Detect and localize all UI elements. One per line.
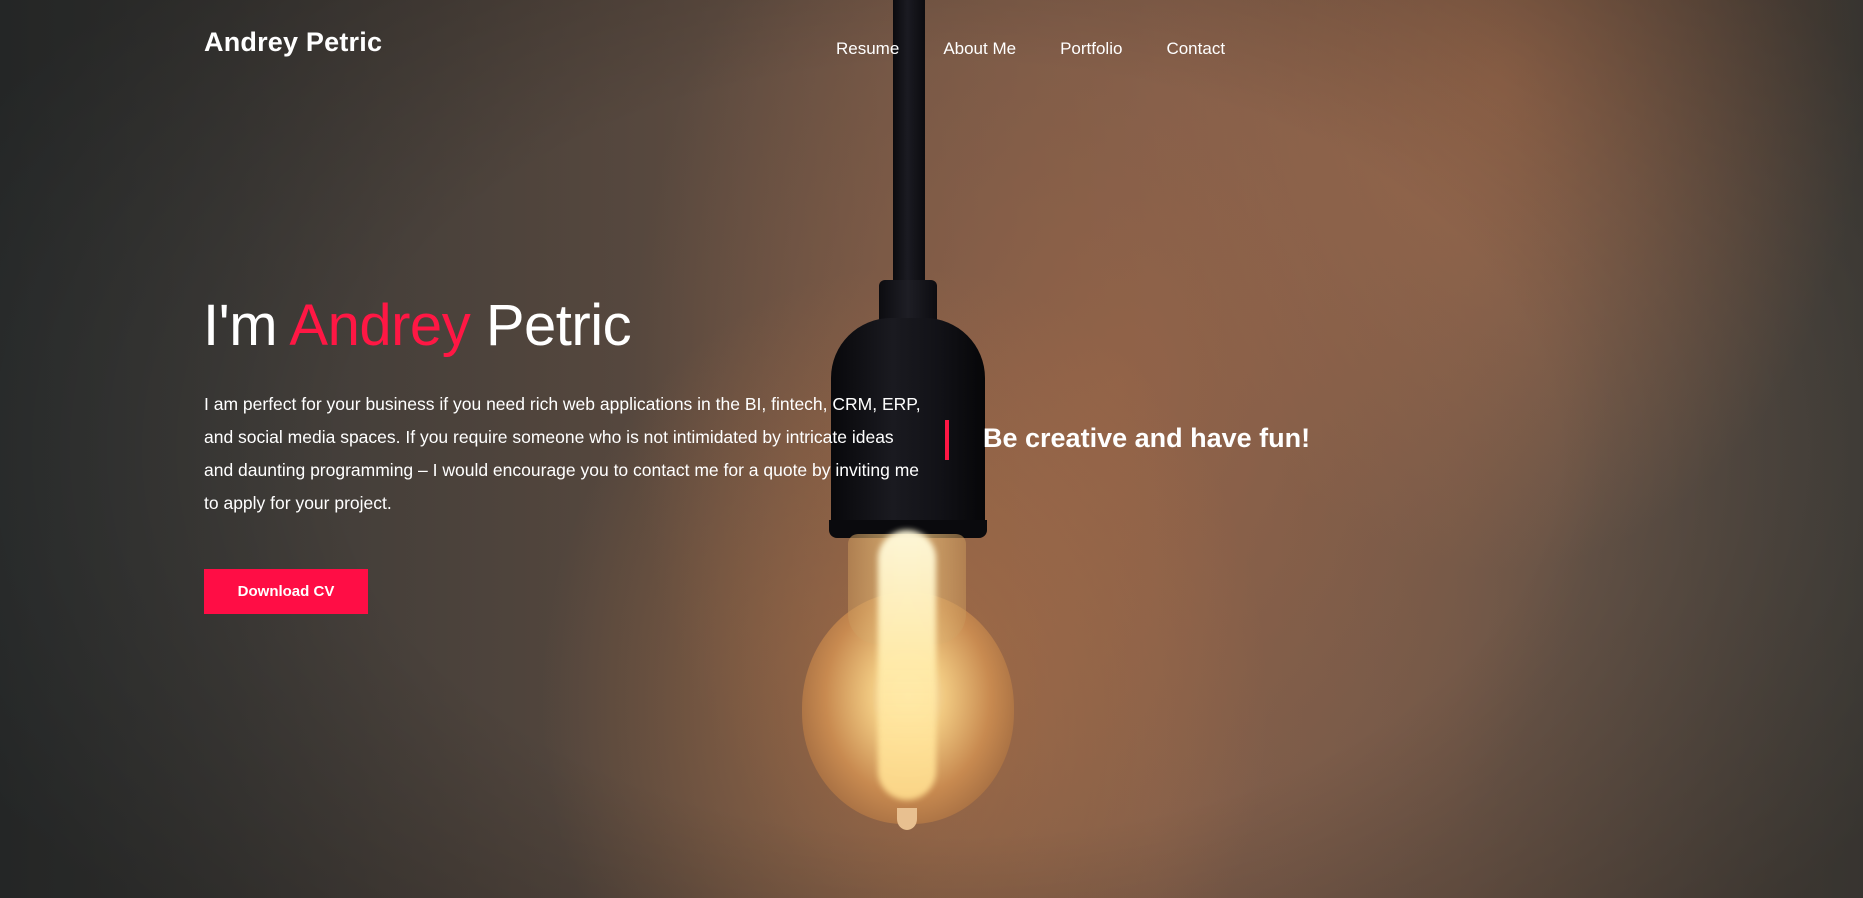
bulb-tip — [897, 808, 917, 830]
main-nav: Resume About Me Portfolio Contact — [836, 39, 1225, 59]
bulb-filament — [878, 530, 936, 800]
nav-link-portfolio[interactable]: Portfolio — [1060, 39, 1122, 59]
nav-link-contact[interactable]: Contact — [1166, 39, 1225, 59]
headline-last-name: Petric — [470, 293, 632, 358]
headline-greeting: I'm — [203, 293, 290, 358]
hero-quote: Be creative and have fun! — [983, 423, 1311, 453]
site-logo[interactable]: Andrey Petric — [204, 27, 382, 58]
hero-intro-text: I am perfect for your business if you ne… — [204, 394, 921, 513]
nav-link-about-me[interactable]: About Me — [943, 39, 1016, 59]
headline-first-name: Andrey — [289, 293, 471, 358]
hero-headline: I'm Andrey Petric — [203, 292, 632, 359]
download-cv-button[interactable]: Download CV — [204, 569, 368, 614]
quote-accent-bar — [945, 420, 949, 460]
nav-link-resume[interactable]: Resume — [836, 39, 899, 59]
